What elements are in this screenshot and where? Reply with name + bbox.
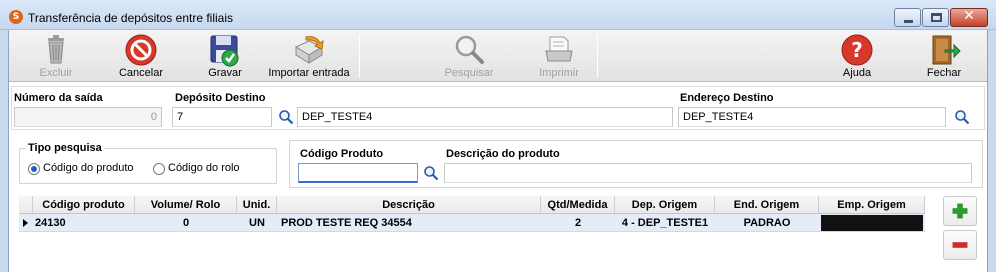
deposito-destino-name-field[interactable]: DEP_TESTE4 <box>297 107 673 127</box>
pesquisar-label: Pesquisar <box>444 67 494 79</box>
close-window-button[interactable]: ✕ <box>950 8 988 27</box>
search-produto-icon[interactable] <box>423 165 439 181</box>
deposito-destino-code-field[interactable]: 7 <box>172 107 272 127</box>
excluir-button[interactable]: Excluir <box>31 30 81 82</box>
gravar-button[interactable]: Gravar <box>199 30 251 82</box>
save-disk-icon <box>210 35 239 67</box>
importar-entrada-label: Importar entrada <box>268 67 350 79</box>
pesquisar-button[interactable]: Pesquisar <box>441 30 497 82</box>
toolbar-separator <box>597 34 598 78</box>
descricao-produto-label: Descrição do produto <box>446 148 560 160</box>
imprimir-label: Imprimir <box>539 67 579 79</box>
col-dep-origem[interactable]: Dep. Origem <box>615 196 715 214</box>
window-titlebar: S Transferência de depósitos entre filia… <box>0 0 996 30</box>
col-unid[interactable]: Unid. <box>237 196 277 214</box>
fechar-label: Fechar <box>926 67 962 79</box>
excluir-label: Excluir <box>39 67 73 79</box>
toolbar: Excluir Cancelar Gravar Importar entrada… <box>9 30 987 82</box>
cell-dep-origem: 4 - DEP_TESTE1 <box>621 217 709 229</box>
codigo-produto-label: Código Produto <box>300 148 384 160</box>
endereco-destino-field[interactable]: DEP_TESTE4 <box>678 107 946 127</box>
col-codigo-produto[interactable]: Código produto <box>33 196 135 214</box>
radio-codigo-rolo[interactable] <box>153 163 165 175</box>
grid-header: Código produto Volume/ Rolo Unid. Descri… <box>19 196 925 214</box>
cancel-icon <box>125 34 157 66</box>
cell-emp-origem <box>821 215 923 231</box>
current-row-indicator-icon <box>23 219 28 227</box>
ajuda-button[interactable]: ? Ajuda <box>833 30 881 82</box>
grid-indicator-header <box>19 196 33 214</box>
search-icon <box>455 35 484 64</box>
endereco-destino-label: Endereço Destino <box>680 92 774 104</box>
window-title: Transferência de depósitos entre filiais <box>28 11 233 25</box>
cell-volume: 0 <box>182 217 190 229</box>
deposito-destino-label: Depósito Destino <box>175 92 266 104</box>
window-body: Excluir Cancelar Gravar Importar entrada… <box>8 30 988 272</box>
cancelar-button[interactable]: Cancelar <box>113 30 169 82</box>
descricao-produto-input[interactable] <box>444 163 972 183</box>
import-icon <box>294 36 324 64</box>
product-search-group: Código Produto Descrição do produto <box>289 140 983 188</box>
svg-text:?: ? <box>851 38 863 62</box>
plus-icon <box>952 203 968 219</box>
radio-codigo-produto-label[interactable]: Código do produto <box>43 162 134 174</box>
maximize-button[interactable] <box>922 8 949 27</box>
trash-icon <box>48 35 64 64</box>
col-emp-origem[interactable]: Emp. Origem <box>819 196 925 214</box>
ajuda-label: Ajuda <box>842 67 872 79</box>
cell-end-origem: PADRAO <box>743 217 791 229</box>
exit-door-icon <box>932 35 961 65</box>
add-item-button[interactable] <box>943 196 977 226</box>
radio-codigo-produto[interactable] <box>28 163 40 175</box>
destination-panel: Número da saída 0 Depósito Destino 7 DEP… <box>11 86 985 130</box>
minus-icon <box>952 242 968 248</box>
minimize-icon <box>904 20 913 23</box>
col-volume-rolo[interactable]: Volume/ Rolo <box>135 196 237 214</box>
fechar-button[interactable]: Fechar <box>919 30 969 82</box>
search-deposito-icon[interactable] <box>278 109 294 125</box>
toolbar-separator <box>359 34 360 78</box>
app-icon: S <box>9 10 23 24</box>
close-icon: ✕ <box>963 8 975 24</box>
cell-qtd: 2 <box>574 217 582 229</box>
cell-unid: UN <box>249 217 265 229</box>
cell-codigo: 24130 <box>35 217 66 229</box>
minimize-button[interactable] <box>894 8 921 27</box>
cancelar-label: Cancelar <box>118 67 164 79</box>
numero-saida-field[interactable]: 0 <box>14 107 162 127</box>
col-end-origem[interactable]: End. Origem <box>715 196 819 214</box>
tipo-pesquisa-title: Tipo pesquisa <box>26 142 104 154</box>
print-icon <box>545 36 573 62</box>
codigo-produto-input[interactable] <box>298 163 418 183</box>
items-grid: Código produto Volume/ Rolo Unid. Descri… <box>19 196 925 272</box>
help-icon: ? <box>841 34 873 66</box>
maximize-icon <box>931 13 942 22</box>
numero-saida-label: Número da saída <box>14 92 103 104</box>
table-row[interactable]: 24130 0 UN PROD TESTE REQ 34554 2 4 - DE… <box>19 214 925 232</box>
imprimir-button[interactable]: Imprimir <box>531 30 587 82</box>
col-descricao[interactable]: Descrição <box>277 196 541 214</box>
tipo-pesquisa-group: Tipo pesquisa Código do produto Código d… <box>19 142 277 184</box>
search-endereco-icon[interactable] <box>954 109 970 125</box>
col-qtd-medida[interactable]: Qtd/Medida <box>541 196 615 214</box>
importar-entrada-button[interactable]: Importar entrada <box>267 30 351 82</box>
radio-codigo-rolo-label[interactable]: Código do rolo <box>168 162 240 174</box>
cell-descricao: PROD TESTE REQ 34554 <box>281 217 412 229</box>
remove-item-button[interactable] <box>943 230 977 260</box>
gravar-label: Gravar <box>208 67 242 79</box>
